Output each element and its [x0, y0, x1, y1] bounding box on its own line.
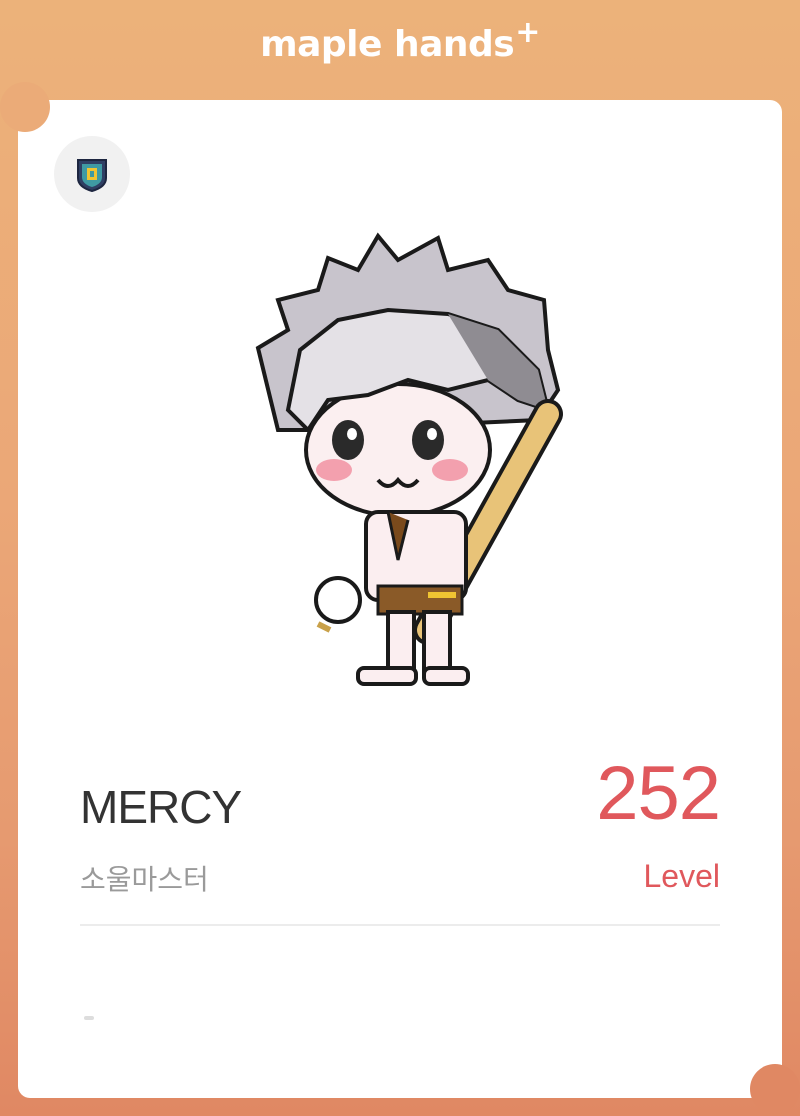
brand-text: maple hands — [260, 24, 515, 65]
loading-indicator — [84, 1016, 94, 1020]
character-sprite — [255, 232, 563, 686]
guild-shield-icon — [77, 159, 107, 193]
brand-plus: + — [515, 15, 540, 50]
level-label: Level — [643, 858, 721, 894]
character-job: 소울마스터 — [80, 864, 209, 895]
guild-badge[interactable] — [54, 136, 130, 212]
level-value: 252 — [596, 751, 721, 836]
character-card: MERCY 소울마스터 252 Level — [18, 100, 782, 1098]
divider — [80, 924, 720, 926]
card-notch-top-left — [0, 82, 50, 132]
card-notch-bottom-right — [750, 1064, 800, 1114]
brand-logo: maple hands+ — [0, 15, 800, 65]
character-name: MERCY — [80, 781, 242, 833]
